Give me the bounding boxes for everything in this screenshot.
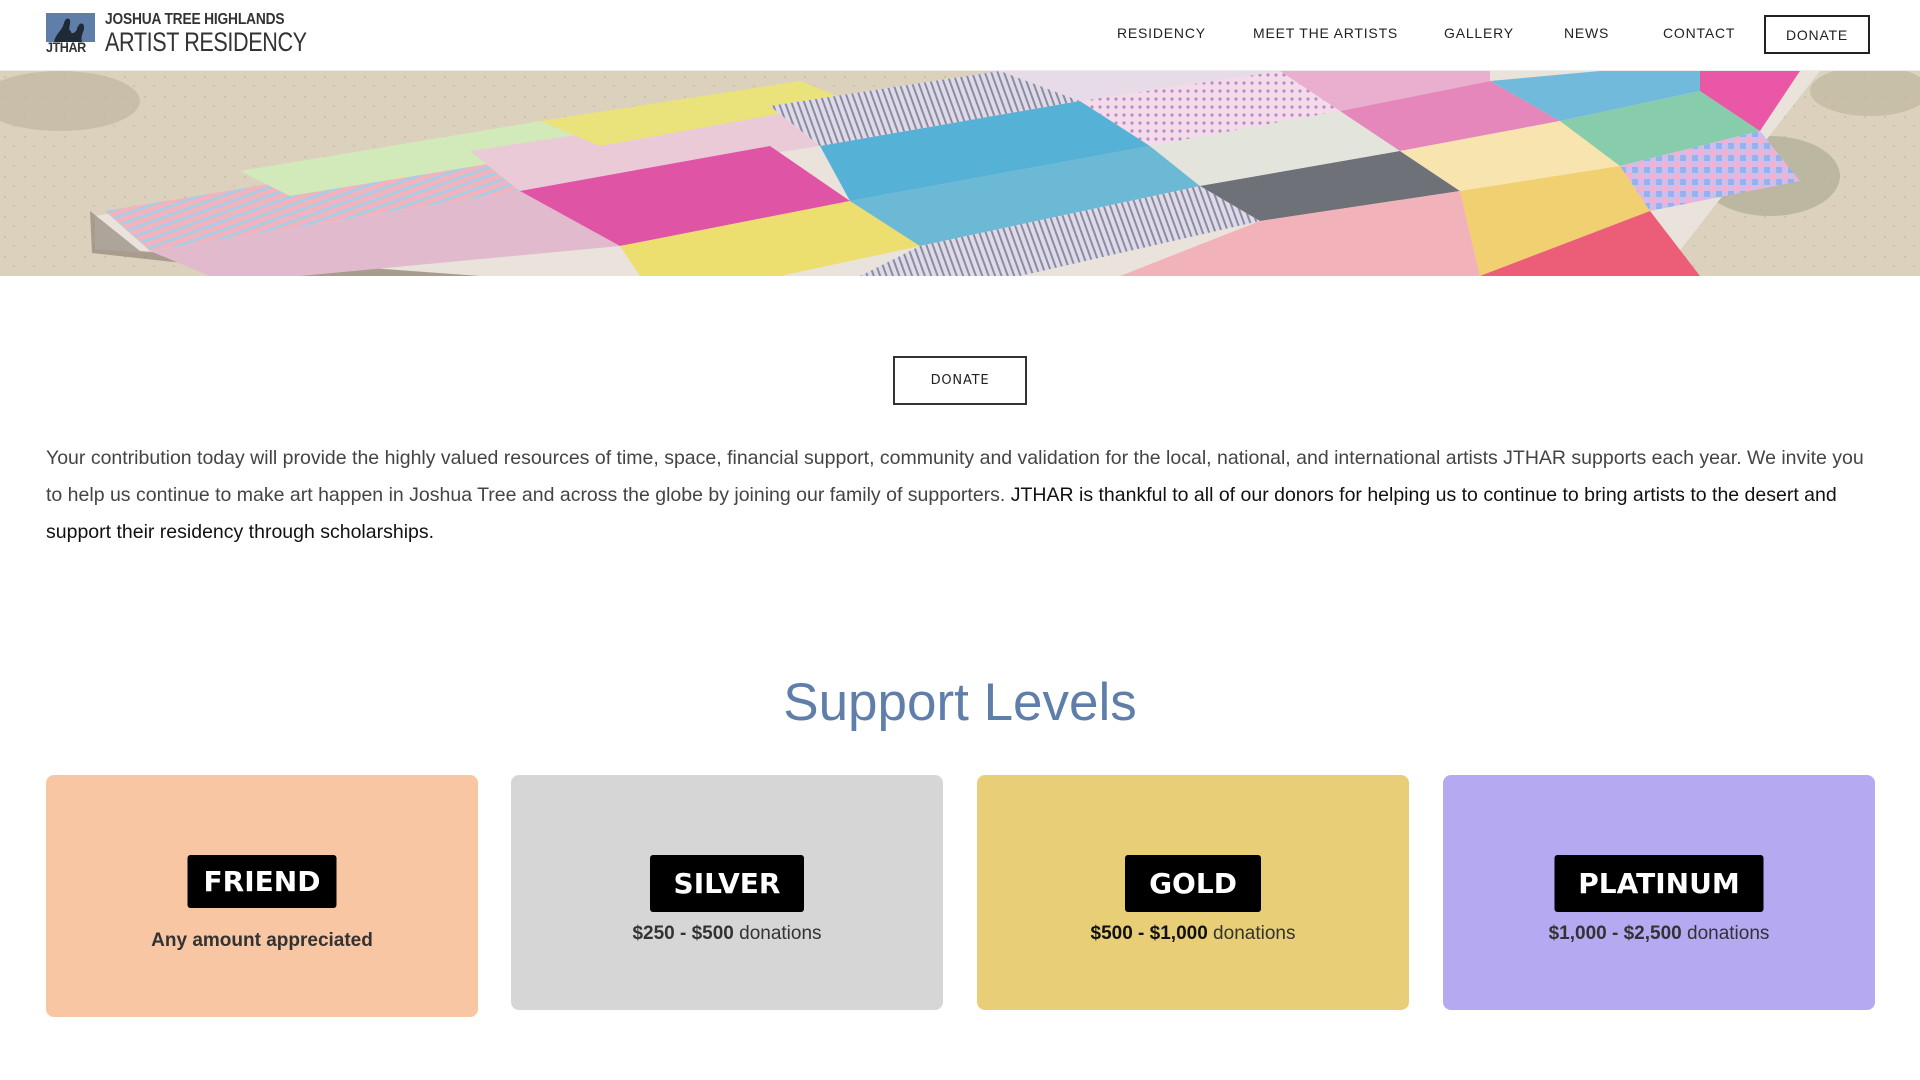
nav-contact[interactable]: CONTACT — [1663, 25, 1735, 41]
level-badge: PLATINUM — [1554, 855, 1764, 912]
jthar-logo-icon: JTHAR — [46, 12, 95, 56]
level-suffix: donations — [1681, 923, 1770, 944]
nav-gallery[interactable]: GALLERY — [1444, 25, 1514, 41]
logo-mark-text: JTHAR — [46, 38, 86, 55]
level-badge: SILVER — [650, 855, 804, 912]
level-description: $500 - $1,000 donations — [977, 923, 1409, 945]
nav-meet-the-artists[interactable]: MEET THE ARTISTS — [1253, 25, 1398, 41]
hero-banner-image — [0, 71, 1920, 276]
intro-paragraph: Your contribution today will provide the… — [46, 440, 1876, 551]
support-card-platinum: PLATINUM $1,000 - $2,500 donations — [1443, 775, 1875, 1010]
level-suffix: donations — [1207, 923, 1296, 944]
level-description: Any amount appreciated — [151, 930, 373, 951]
support-card-silver: SILVER $250 - $500 donations — [511, 775, 943, 1010]
level-description: $250 - $500 donations — [511, 923, 943, 945]
level-range: $250 - $500 — [632, 923, 734, 944]
logo-title-line2: ARTIST RESIDENCY — [105, 27, 307, 57]
level-description: $1,000 - $2,500 donations — [1443, 923, 1875, 945]
level-badge: GOLD — [1125, 855, 1261, 912]
site-logo[interactable]: JTHAR JOSHUA TREE HIGHLANDS ARTIST RESID… — [46, 12, 357, 56]
level-suffix: donations — [733, 923, 822, 944]
support-card-gold: GOLD $500 - $1,000 donations — [977, 775, 1409, 1010]
nav-donate-label: DONATE — [1785, 26, 1849, 43]
nav-donate-button[interactable]: DONATE — [1764, 15, 1870, 54]
support-card-friend: FRIEND Any amount appreciated — [46, 775, 478, 1017]
donate-button[interactable]: DONATE — [893, 356, 1027, 405]
nav-residency[interactable]: RESIDENCY — [1117, 25, 1206, 41]
support-levels-title: Support Levels — [783, 673, 1137, 732]
nav-news[interactable]: NEWS — [1564, 25, 1609, 41]
level-range: $500 - $1,000 — [1090, 923, 1208, 944]
level-range: $1,000 - $2,500 — [1548, 923, 1682, 944]
logo-title-line1: JOSHUA TREE HIGHLANDS — [105, 11, 285, 28]
site-header: JTHAR JOSHUA TREE HIGHLANDS ARTIST RESID… — [0, 0, 1920, 71]
level-badge: FRIEND — [187, 855, 337, 908]
